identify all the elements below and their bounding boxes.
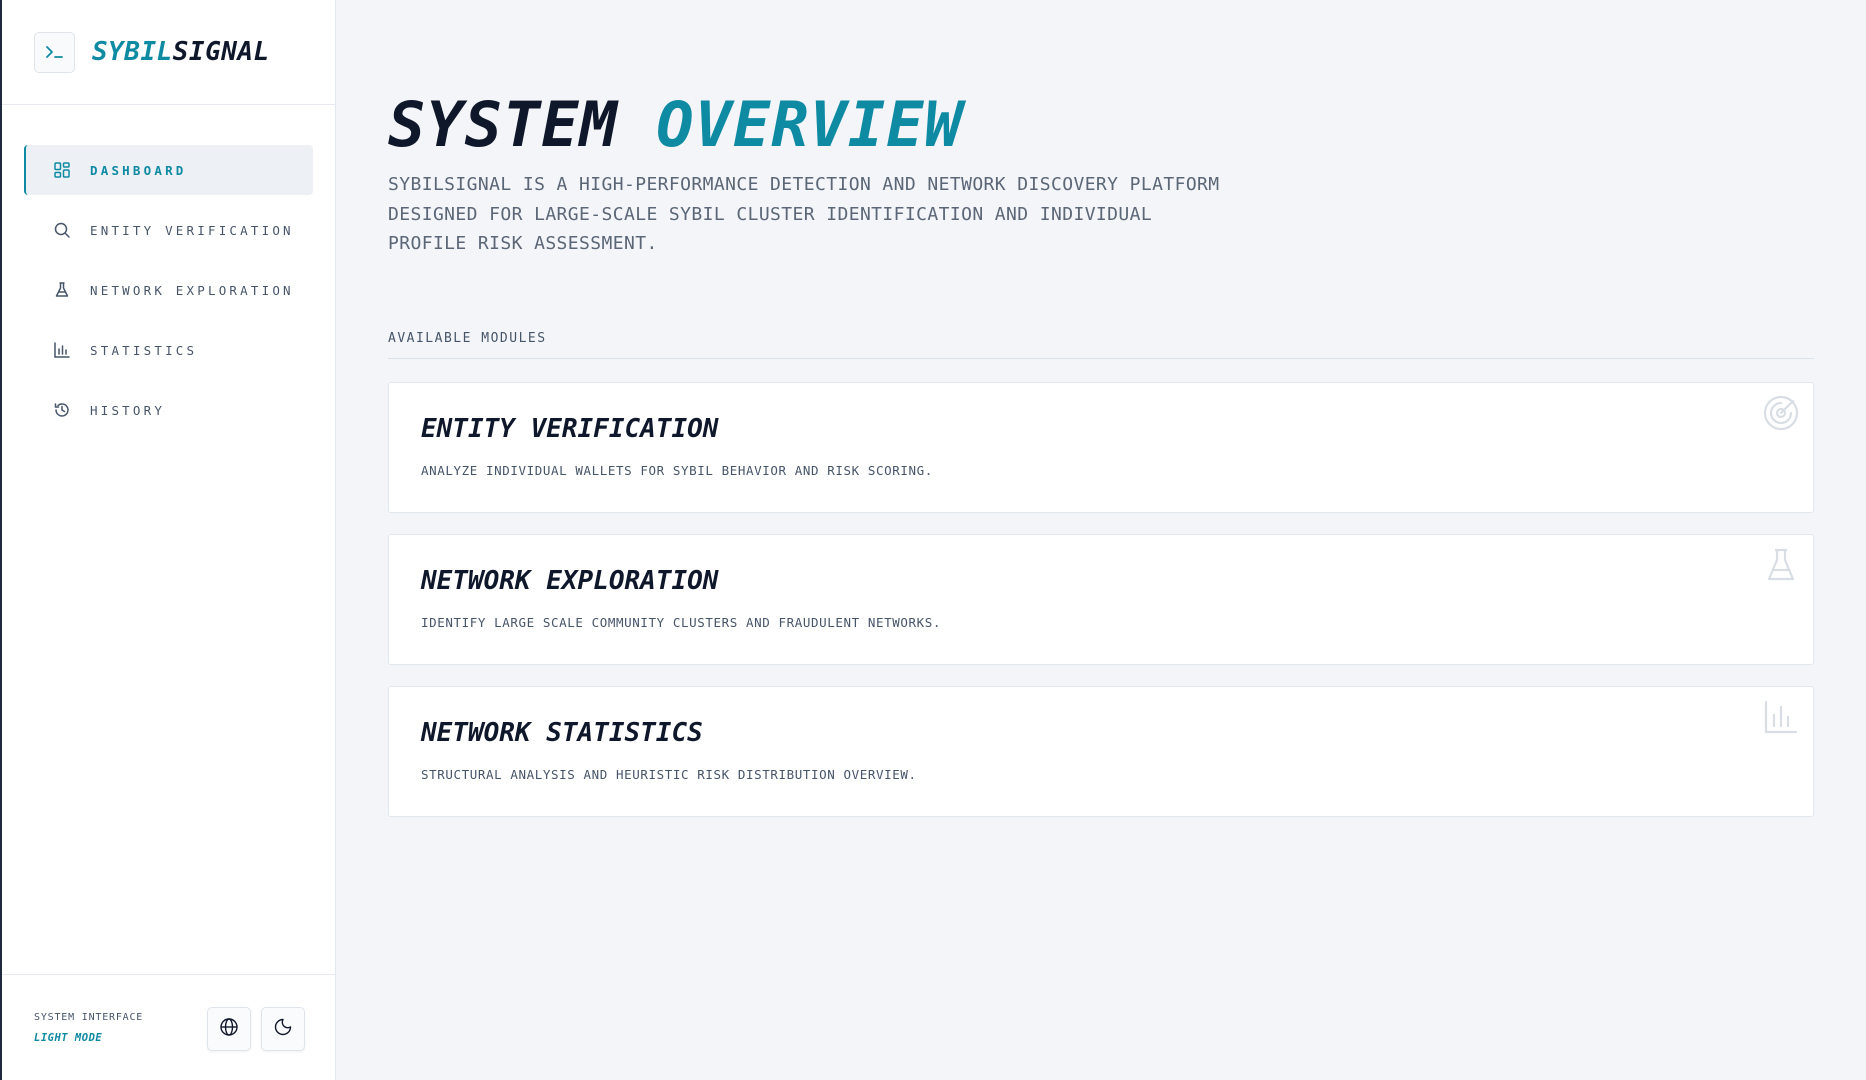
moon-icon [273,1017,293,1041]
brand-name-part2: SIGNAL [172,37,270,67]
flask-icon [1761,545,1801,585]
brand-name: SYBILSIGNAL [92,37,270,67]
module-title: NETWORK STATISTICS [421,718,703,748]
sidebar: SYBILSIGNAL DASHBOARD ENTITY VERIFICATIO… [0,0,336,1080]
section-divider [388,358,1814,359]
sidebar-item-label: NETWORK EXPLORATION [90,282,294,298]
module-card-network-statistics[interactable]: NETWORK STATISTICS STRUCTURAL ANALYSIS A… [388,686,1814,817]
page-title-part1: SYSTEM [388,88,618,161]
page-description: SYBILSIGNAL IS A HIGH-PERFORMANCE DETECT… [388,174,1220,254]
dashboard-icon [52,160,72,180]
bar-chart-icon [52,340,72,360]
sidebar-item-entity-verification[interactable]: ENTITY VERIFICATION [24,205,313,255]
system-interface-caption: SYSTEM INTERFACE [34,1012,144,1023]
bar-chart-icon [1761,697,1801,737]
section-label: AVAILABLE MODULES [388,331,547,346]
module-card-entity-verification[interactable]: ENTITY VERIFICATION ANALYZE INDIVIDUAL W… [388,382,1814,513]
module-description: ANALYZE INDIVIDUAL WALLETS FOR SYBIL BEH… [421,463,933,478]
theme-mode-label: LIGHT MODE [34,1032,103,1044]
sidebar-item-statistics[interactable]: STATISTICS [24,325,313,375]
sidebar-item-network-exploration[interactable]: NETWORK EXPLORATION [24,265,313,315]
module-title: ENTITY VERIFICATION [421,414,719,444]
brand-name-part1: SYBIL [92,37,173,67]
module-title: NETWORK EXPLORATION [421,566,719,596]
language-button[interactable] [207,1007,251,1051]
sidebar-item-label: HISTORY [90,402,166,418]
sidebar-item-label: ENTITY VERIFICATION [90,222,294,238]
page-title-part2: OVERVIEW [656,88,963,161]
sidebar-nav: DASHBOARD ENTITY VERIFICATION NETWORK EX… [2,105,335,435]
sidebar-item-label: DASHBOARD [90,162,187,178]
history-icon [52,400,72,420]
module-description: STRUCTURAL ANALYSIS AND HEURISTIC RISK D… [421,767,917,782]
page-title: SYSTEM OVERVIEW [388,88,963,161]
sidebar-item-history[interactable]: HISTORY [24,385,313,435]
sidebar-footer: SYSTEM INTERFACE LIGHT MODE [2,974,335,1080]
sidebar-item-label: STATISTICS [90,342,198,358]
sidebar-item-dashboard[interactable]: DASHBOARD [24,145,313,195]
flask-icon [52,280,72,300]
radar-icon [1761,393,1801,433]
theme-toggle-button[interactable] [261,1007,305,1051]
module-description: IDENTIFY LARGE SCALE COMMUNITY CLUSTERS … [421,615,942,630]
terminal-icon [34,31,75,73]
globe-icon [219,1017,239,1041]
search-icon [52,220,72,240]
brand[interactable]: SYBILSIGNAL [2,0,335,105]
module-card-network-exploration[interactable]: NETWORK EXPLORATION IDENTIFY LARGE SCALE… [388,534,1814,665]
